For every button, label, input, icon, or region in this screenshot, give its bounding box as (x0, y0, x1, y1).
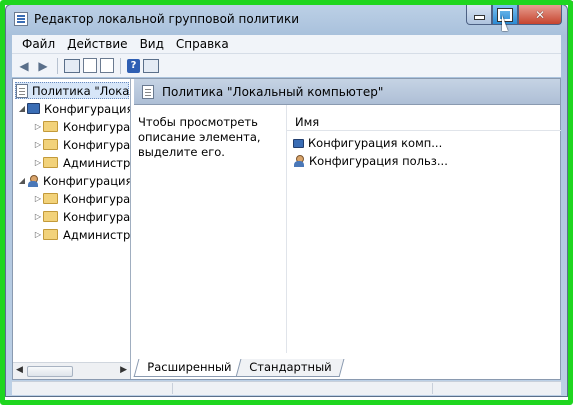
view-tabs: Расширенный Стандартный (133, 358, 346, 377)
menu-view[interactable]: Вид (134, 37, 170, 51)
tab-standard[interactable]: Стандартный (235, 359, 346, 377)
status-divider (432, 383, 433, 394)
details-header: Политика "Локальный компьютер" (134, 79, 560, 105)
collapsed-triangle-icon[interactable]: ▷ (33, 158, 43, 167)
background-page-bottom (60, 396, 210, 405)
user-icon (27, 174, 39, 187)
computer-icon (27, 103, 40, 114)
export-list-icon[interactable] (100, 58, 114, 73)
tree-item-label: Конфигураци (63, 137, 131, 152)
action-pane-icon[interactable] (143, 58, 159, 73)
folder-icon (43, 193, 58, 204)
tree-item-user-admin[interactable]: ▷ Администра (33, 226, 131, 243)
tree-item-label: Администра (63, 227, 131, 242)
app-icon (14, 12, 28, 26)
scroll-right-icon[interactable]: ▶ (120, 365, 127, 375)
tree-item-label: Конфигураци (63, 119, 131, 134)
menu-help[interactable]: Справка (170, 37, 235, 51)
tree-item-computer-software[interactable]: ▷ Конфигураци (33, 118, 131, 135)
minimize-button[interactable] (466, 5, 492, 25)
collapsed-triangle-icon[interactable]: ▷ (33, 122, 43, 131)
tab-label: Расширенный (147, 360, 232, 374)
folder-icon (43, 211, 58, 222)
toolbar-separator (120, 57, 121, 74)
tree-item-computer-windows[interactable]: ▷ Конфигураци (33, 136, 131, 153)
console-tree: Политика "Локальн ◢ Конфигурация к ▷ Кон… (13, 79, 131, 379)
collapsed-triangle-icon[interactable]: ▷ (33, 230, 43, 239)
tab-extended[interactable]: Расширенный (133, 359, 245, 377)
policy-document-icon (142, 84, 154, 99)
group-policy-editor-window: Редактор локальной групповой политики ✕ … (5, 4, 568, 397)
window-title: Редактор локальной групповой политики (34, 12, 300, 26)
tree-item-label: Администра (63, 155, 131, 170)
folder-icon (43, 229, 58, 240)
main-content: Политика "Локальн ◢ Конфигурация к ▷ Кон… (12, 78, 561, 380)
status-divider (172, 383, 173, 394)
policy-document-icon (16, 83, 28, 98)
folder-icon (43, 157, 58, 168)
collapsed-triangle-icon[interactable]: ▷ (33, 194, 43, 203)
column-header-name[interactable]: Имя (287, 113, 561, 131)
tree-item-computer-config[interactable]: ◢ Конфигурация к (17, 100, 131, 117)
tree-horizontal-scrollbar[interactable]: ◀ ▶ (13, 362, 130, 379)
list-item-label: Конфигурация комп... (308, 136, 443, 150)
title-bar[interactable]: Редактор локальной групповой политики ✕ (6, 5, 567, 33)
close-icon: ✕ (534, 7, 546, 22)
menu-file[interactable]: Файл (16, 37, 61, 51)
list-item-computer-config[interactable]: Конфигурация комп... (293, 134, 442, 152)
tree-item-label: Конфигураци (63, 209, 131, 224)
list-item-label: Конфигурация польз... (309, 154, 448, 168)
tree-item-root[interactable]: Политика "Локальн (15, 82, 130, 99)
tree-item-label: Конфигурация к (44, 101, 131, 116)
details-header-title: Политика "Локальный компьютер" (162, 84, 384, 99)
mouse-cursor-icon (502, 15, 508, 31)
details-pane: Политика "Локальный компьютер" Чтобы про… (133, 79, 561, 379)
menu-bar: Файл Действие Вид Справка (12, 35, 561, 53)
forward-arrow-icon[interactable]: ▶ (35, 58, 51, 74)
expand-triangle-icon[interactable]: ◢ (17, 104, 27, 113)
items-list: Имя Конфигурация комп... Конфигурация по… (286, 105, 561, 353)
tree-item-computer-admin[interactable]: ▷ Администра (33, 154, 131, 171)
menu-action[interactable]: Действие (61, 37, 133, 51)
close-button[interactable]: ✕ (518, 5, 562, 25)
toolbar-separator (57, 57, 58, 74)
back-arrow-icon[interactable]: ◀ (16, 58, 32, 74)
tree-item-label: Конфигурация п (43, 173, 131, 188)
collapsed-triangle-icon[interactable]: ▷ (33, 212, 43, 221)
help-icon[interactable]: ? (127, 58, 140, 73)
scroll-left-icon[interactable]: ◀ (16, 365, 23, 375)
show-console-tree-icon[interactable] (64, 58, 80, 73)
tree-item-user-windows[interactable]: ▷ Конфигураци (33, 208, 131, 225)
tab-label: Стандартный (249, 360, 332, 374)
tree-item-label: Конфигураци (63, 191, 131, 206)
folder-icon (43, 139, 58, 150)
tree-item-user-software[interactable]: ▷ Конфигураци (33, 190, 131, 207)
list-item-user-config[interactable]: Конфигурация польз... (293, 152, 448, 170)
toolbar: ◀ ▶ ? (12, 53, 561, 77)
status-bar (12, 381, 561, 395)
description-text: Чтобы просмотреть описание элемента, выд… (138, 115, 261, 159)
collapsed-triangle-icon[interactable]: ▷ (33, 140, 43, 149)
user-icon (293, 155, 305, 167)
computer-icon (293, 138, 304, 148)
tree-item-user-config[interactable]: ◢ Конфигурация п (17, 172, 131, 189)
folder-icon (43, 121, 58, 132)
properties-icon[interactable] (83, 58, 97, 73)
scrollbar-thumb[interactable] (27, 366, 73, 377)
window-controls: ✕ (466, 5, 562, 25)
tree-item-label: Политика "Локальн (32, 83, 130, 98)
expand-triangle-icon[interactable]: ◢ (17, 176, 27, 185)
